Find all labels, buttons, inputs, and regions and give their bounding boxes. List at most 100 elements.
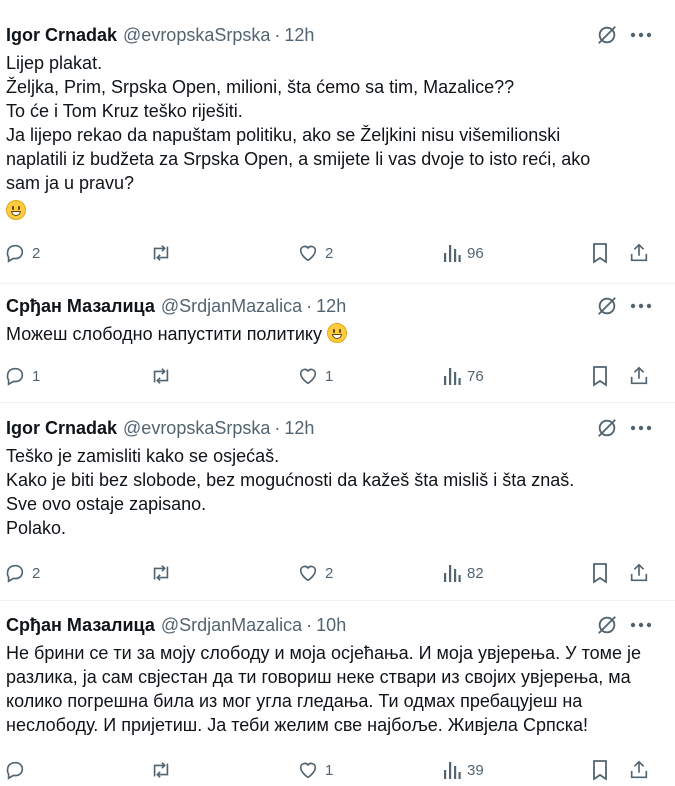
grok-icon[interactable] [594, 612, 620, 638]
like-button[interactable]: 2 [297, 240, 333, 266]
views-icon [444, 762, 461, 779]
author-handle[interactable]: @SrdjanMazalica [161, 615, 302, 636]
repost-icon [153, 368, 169, 384]
view-count: 39 [467, 761, 484, 779]
tweet[interactable]: Igor Crnadak @evropskaSrpska · 12h Teško… [0, 415, 675, 595]
timestamp[interactable]: 10h [316, 615, 346, 636]
repost-button[interactable] [149, 363, 173, 389]
heart-icon [299, 565, 317, 582]
heart-icon [299, 368, 317, 385]
like-button[interactable]: 1 [297, 757, 333, 783]
view-count: 82 [467, 564, 484, 582]
author-handle[interactable]: @evropskaSrpska [123, 25, 270, 46]
view-count: 96 [467, 244, 484, 262]
separator-dot: · [306, 614, 313, 635]
bookmark-icon [593, 243, 607, 264]
reply-button[interactable] [4, 757, 32, 783]
timestamp[interactable]: 12h [284, 25, 314, 46]
views-button[interactable]: 39 [443, 757, 484, 783]
grinning-face-emoji [327, 323, 347, 343]
views-icon [444, 368, 461, 385]
more-icon[interactable] [626, 415, 656, 441]
tweet-line: sam ja u pravu? [6, 173, 135, 193]
separator-dot: · [274, 24, 281, 45]
like-button[interactable]: 1 [297, 363, 333, 389]
timestamp[interactable]: 12h [284, 418, 314, 439]
reply-count: 2 [32, 564, 41, 582]
tweet-divider [0, 600, 675, 601]
tweet-text: Teško je zamisliti kako se osjećaš. Kako… [6, 444, 656, 540]
tweet[interactable]: Срђан Мазалица @SrdjanMazalica · 12h Мож… [0, 293, 675, 403]
separator-dot: · [274, 417, 281, 438]
share-button[interactable] [628, 363, 650, 389]
share-icon [630, 760, 648, 779]
timestamp[interactable]: 12h [316, 296, 346, 317]
tweet-divider [0, 283, 675, 284]
repost-button[interactable] [149, 757, 173, 783]
author-handle[interactable]: @evropskaSrpska [123, 418, 270, 439]
reply-button[interactable]: 2 [4, 560, 40, 586]
tweet-header: Срђан Мазалица @SrdjanMazalica · 12h [6, 293, 346, 319]
repost-button[interactable] [149, 560, 173, 586]
author-name[interactable]: Срђан Мазалица [6, 615, 155, 636]
repost-icon [153, 245, 169, 261]
tweet-divider [0, 402, 675, 403]
reply-count: 1 [32, 367, 41, 385]
tweet-header: Igor Crnadak @evropskaSrpska · 12h [6, 22, 314, 48]
action-bar: 2 2 82 [0, 560, 675, 586]
views-icon [444, 245, 461, 262]
author-name[interactable]: Igor Crnadak [6, 25, 117, 46]
tweet-text: Lijep plakat. Željka, Prim, Srpska Open,… [6, 51, 656, 225]
tweet-header: Срђан Мазалица @SrdjanMazalica · 10h [6, 612, 346, 638]
like-count: 2 [325, 244, 334, 262]
tweet-line: Kako je biti bez slobode, bez mogućnosti… [6, 470, 575, 490]
tweet-line: Не брини се ти за моју слободу и моја ос… [6, 643, 642, 663]
like-count: 1 [325, 367, 334, 385]
grok-icon[interactable] [594, 22, 620, 48]
grok-icon[interactable] [594, 293, 620, 319]
tweet-line: naplatili iz budžeta za Srpska Open, a s… [6, 149, 591, 169]
reply-button[interactable]: 2 [4, 240, 40, 266]
views-icon [444, 565, 461, 582]
bookmark-button[interactable] [590, 363, 610, 389]
tweet-line: Željka, Prim, Srpska Open, milioni, šta … [6, 77, 515, 97]
more-icon[interactable] [626, 22, 656, 48]
grinning-face-emoji [6, 200, 26, 220]
tweet-line: Можеш слободно напустити политику [6, 324, 322, 344]
bookmark-icon [593, 563, 607, 584]
more-icon[interactable] [626, 612, 656, 638]
tweet-line: Ja lijepo rekao da napuštam politiku, ak… [6, 125, 561, 145]
share-button[interactable] [628, 757, 650, 783]
grok-icon[interactable] [594, 415, 620, 441]
more-icon[interactable] [626, 293, 656, 319]
tweet[interactable]: Срђан Мазалица @SrdjanMazalica · 10h Не … [0, 612, 675, 786]
tweet-line: To će i Tom Kruz teško riješiti. [6, 101, 243, 121]
tweet-header: Igor Crnadak @evropskaSrpska · 12h [6, 415, 314, 441]
tweet-line: Lijep plakat. [6, 53, 103, 73]
views-button[interactable]: 82 [443, 560, 484, 586]
share-button[interactable] [628, 240, 650, 266]
action-bar: 1 39 [0, 757, 675, 783]
reply-button[interactable]: 1 [4, 363, 40, 389]
repost-button[interactable] [149, 240, 173, 266]
bookmark-button[interactable] [590, 757, 610, 783]
share-icon [630, 243, 648, 262]
action-bar: 2 2 96 [0, 240, 675, 266]
view-count: 76 [467, 367, 484, 385]
like-button[interactable]: 2 [297, 560, 333, 586]
reply-count: 2 [32, 244, 41, 262]
tweet-text: Можеш слободно напустити политику [6, 322, 656, 346]
author-handle[interactable]: @SrdjanMazalica [161, 296, 302, 317]
tweet[interactable]: Igor Crnadak @evropskaSrpska · 12h Lijep… [0, 22, 675, 284]
bookmark-icon [593, 760, 607, 781]
views-button[interactable]: 76 [443, 363, 484, 389]
bookmark-button[interactable] [590, 560, 610, 586]
author-name[interactable]: Igor Crnadak [6, 418, 117, 439]
share-icon [630, 366, 648, 385]
tweet-feed: Igor Crnadak @evropskaSrpska · 12h Lijep… [0, 0, 675, 786]
author-name[interactable]: Срђан Мазалица [6, 296, 155, 317]
views-button[interactable]: 96 [443, 240, 484, 266]
share-button[interactable] [628, 560, 650, 586]
bookmark-button[interactable] [590, 240, 610, 266]
action-bar: 1 1 76 [0, 363, 675, 389]
